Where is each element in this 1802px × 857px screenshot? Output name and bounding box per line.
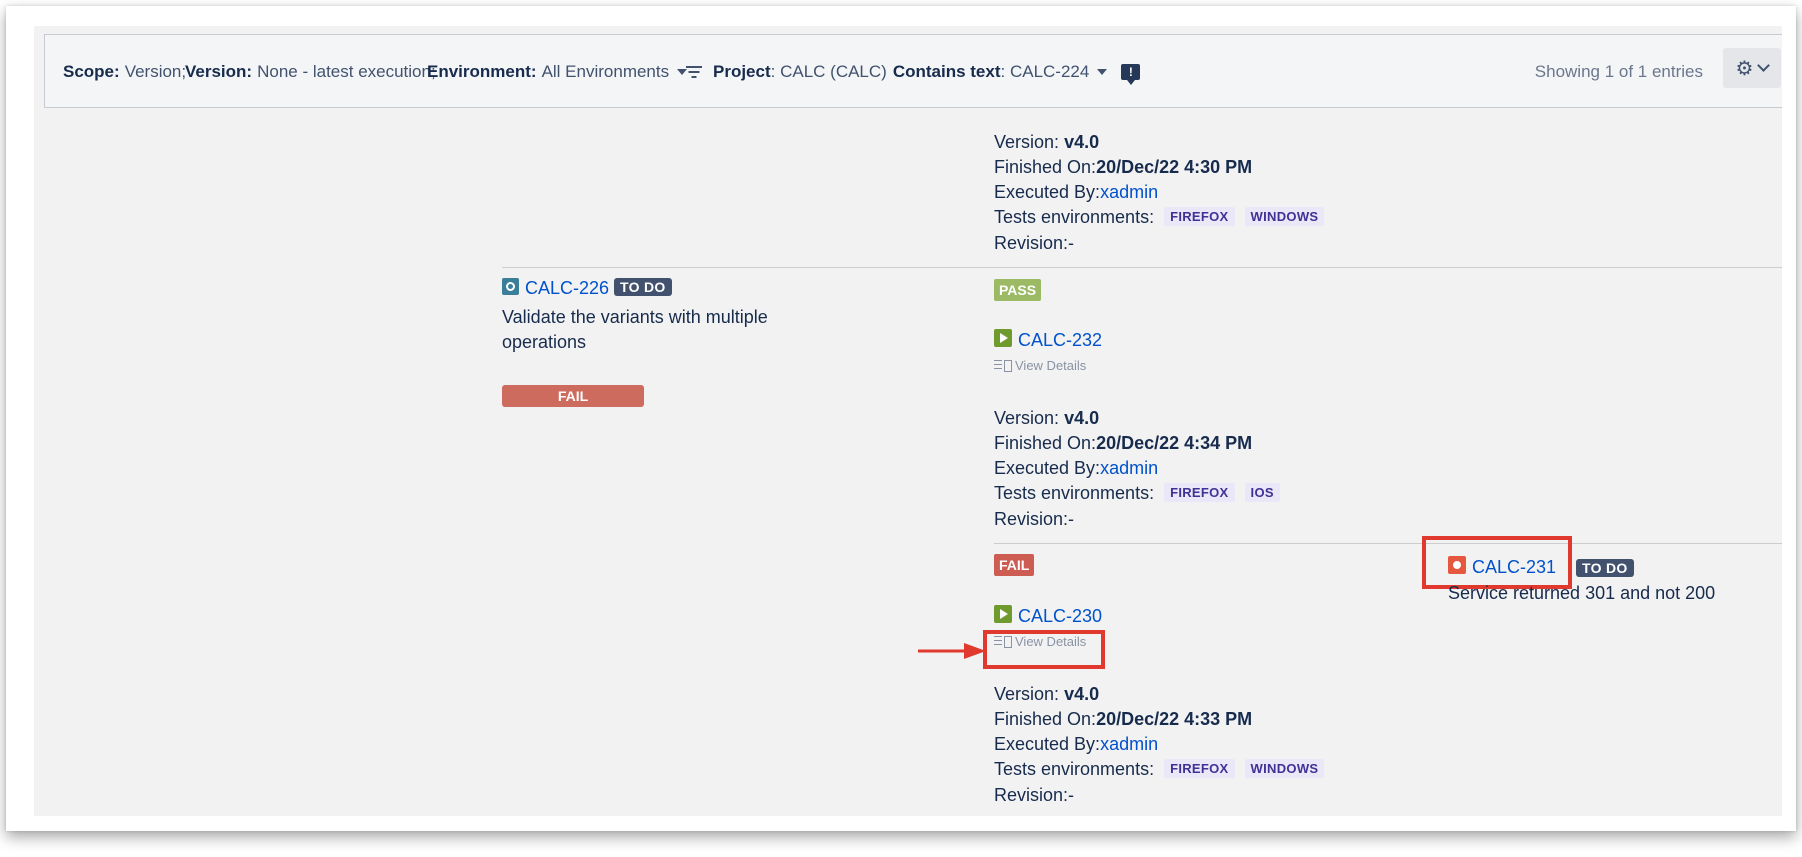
exec-revision-line: Revision:-	[994, 233, 1075, 253]
details-icon	[994, 359, 1012, 372]
issue-filter[interactable]: Project : CALC (CALC) Contains text : CA…	[685, 35, 1141, 109]
exec-version-line: Version: v4.0	[994, 132, 1100, 152]
test-key-row: CALC-226 TO DO	[502, 278, 672, 299]
entries-count: Showing 1 of 1 entries	[1534, 62, 1703, 81]
exec-executed-by-line: Executed By:xadmin	[994, 458, 1159, 478]
test-summary: Validate the variants with multiple oper…	[502, 307, 768, 352]
status-badge: TO DO	[1576, 559, 1634, 577]
exec-version-line: Version: v4.0	[994, 684, 1100, 704]
feedback-icon[interactable]: !	[1121, 64, 1141, 85]
chevron-down-icon	[1757, 59, 1771, 72]
scope-value: Version;	[124, 62, 187, 81]
exec-finished-line: Finished On:20/Dec/22 4:33 PM	[994, 709, 1253, 729]
test-runs-panel: Scope: Version; Version: None - latest e…	[34, 26, 1782, 816]
environment-tag: IOS	[1244, 483, 1280, 502]
environment-tag: FIREFOX	[1164, 207, 1235, 226]
test-issue-icon	[502, 278, 519, 295]
user-link[interactable]: xadmin	[1100, 182, 1158, 202]
settings-button[interactable]: ⚙	[1723, 48, 1781, 88]
row-divider	[994, 543, 1782, 544]
execution-key-row: CALC-232	[994, 329, 1102, 351]
execution-status-badge: FAIL	[994, 554, 1035, 576]
view-details-link[interactable]: View Details	[994, 358, 1086, 373]
gear-icon: ⚙	[1735, 57, 1754, 80]
environment-tag: WINDOWS	[1244, 207, 1325, 226]
contains-text-label: Contains text	[892, 62, 1001, 81]
filter-icon	[685, 65, 703, 79]
filter-toolbar: Scope: Version; Version: None - latest e…	[44, 34, 1782, 108]
test-execution-icon	[994, 329, 1012, 347]
exec-environments-line: Tests environments: FIREFOX WINDOWS	[994, 207, 1325, 228]
version-label: Version:	[185, 62, 253, 81]
environment-tag: FIREFOX	[1164, 483, 1235, 502]
exec-environments-line: Tests environments: FIREFOX IOS	[994, 483, 1280, 504]
status-badge: TO DO	[614, 278, 672, 296]
execution-status-badge: PASS	[994, 279, 1042, 301]
exec-executed-by-line: Executed By:xadmin	[994, 182, 1159, 202]
execution-key-link[interactable]: CALC-230	[1018, 606, 1102, 626]
exec-revision-line: Revision:-	[994, 509, 1075, 529]
scope-filter[interactable]: Scope: Version;	[63, 35, 186, 109]
chevron-down-icon	[1097, 69, 1108, 75]
row-divider	[502, 267, 1782, 268]
defect-status-row: TO DO	[1576, 559, 1634, 580]
environment-tag: FIREFOX	[1164, 759, 1235, 778]
defect-summary: Service returned 301 and not 200	[1448, 583, 1716, 603]
environment-value: All Environments	[541, 62, 670, 81]
project-label: Project	[713, 62, 771, 81]
execution-key-link[interactable]: CALC-232	[1018, 330, 1102, 350]
exec-executed-by-line: Executed By:xadmin	[994, 734, 1159, 754]
exec-version-line: Version: v4.0	[994, 408, 1100, 428]
screenshot-frame: Scope: Version; Version: None - latest e…	[6, 6, 1796, 831]
arrow-icon	[918, 643, 986, 659]
scope-label: Scope:	[63, 62, 120, 81]
environment-tag: WINDOWS	[1244, 759, 1325, 778]
test-result-bar: FAIL	[502, 385, 644, 407]
exec-finished-line: Finished On:20/Dec/22 4:30 PM	[994, 157, 1253, 177]
exec-finished-line: Finished On:20/Dec/22 4:34 PM	[994, 433, 1253, 453]
user-link[interactable]: xadmin	[1100, 734, 1158, 754]
exec-revision-line: Revision:-	[994, 785, 1075, 805]
environment-filter[interactable]: Environment: All Environments	[427, 35, 688, 109]
version-value: None - latest execution;	[257, 62, 436, 81]
highlight-box	[983, 630, 1105, 669]
project-value: : CALC (CALC)	[770, 62, 887, 81]
test-key-link[interactable]: CALC-226	[525, 278, 609, 298]
user-link[interactable]: xadmin	[1100, 458, 1158, 478]
exec-environments-line: Tests environments: FIREFOX WINDOWS	[994, 759, 1325, 780]
version-filter[interactable]: Version: None - latest execution;	[185, 35, 436, 109]
environment-label: Environment:	[427, 62, 537, 81]
test-execution-icon	[994, 605, 1012, 623]
execution-key-row: CALC-230	[994, 605, 1102, 627]
contains-text-value: : CALC-224	[1000, 62, 1090, 81]
